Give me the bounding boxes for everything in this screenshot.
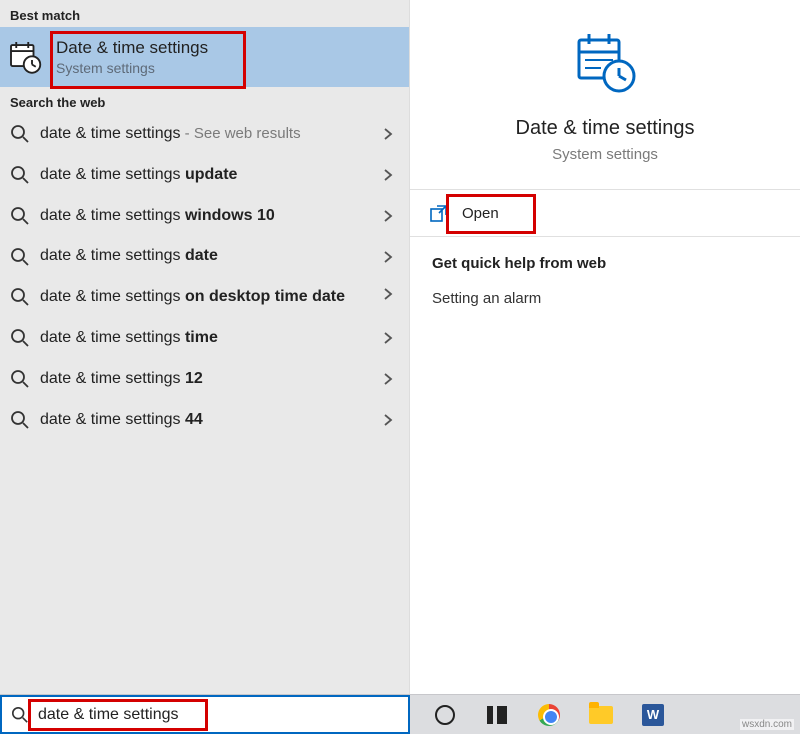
file-explorer-icon[interactable] <box>586 700 616 730</box>
web-result[interactable]: date & time settings 44 <box>0 400 409 441</box>
web-result[interactable]: date & time settings - See web results <box>0 114 409 155</box>
web-result[interactable]: date & time settings on desktop time dat… <box>0 277 409 318</box>
web-result[interactable]: date & time settings date <box>0 236 409 277</box>
taskbar-search-box[interactable] <box>0 695 410 734</box>
best-match-header: Best match <box>0 0 409 27</box>
search-icon <box>10 410 30 430</box>
preview-title: Date & time settings <box>516 117 695 140</box>
help-item[interactable]: Setting an alarm <box>432 290 778 307</box>
chevron-right-icon <box>381 287 395 301</box>
web-result-text: date & time settings time <box>40 328 373 349</box>
web-result[interactable]: date & time settings windows 10 <box>0 196 409 237</box>
chevron-right-icon <box>381 331 395 345</box>
search-icon <box>10 124 30 144</box>
web-result-text: date & time settings date <box>40 246 373 267</box>
chevron-right-icon <box>381 372 395 386</box>
word-icon[interactable]: W <box>638 700 668 730</box>
cortana-icon[interactable] <box>430 700 460 730</box>
taskbar: W <box>0 694 800 734</box>
web-result-text: date & time settings - See web results <box>40 124 373 145</box>
open-icon <box>430 204 448 222</box>
search-icon <box>10 247 30 267</box>
quick-help-header: Get quick help from web <box>432 255 778 272</box>
chevron-right-icon <box>381 127 395 141</box>
web-results-list: date & time settings - See web results da… <box>0 114 409 448</box>
search-icon <box>10 706 30 724</box>
open-label: Open <box>462 205 499 222</box>
preview-pane: Date & time settings System settings Ope… <box>410 0 800 694</box>
search-icon <box>10 165 30 185</box>
search-web-header: Search the web <box>0 87 409 114</box>
results-pane: Best match Date & time settings System s… <box>0 0 410 694</box>
chevron-right-icon <box>381 250 395 264</box>
chevron-right-icon <box>381 168 395 182</box>
web-result-text: date & time settings 12 <box>40 369 373 390</box>
web-result[interactable]: date & time settings update <box>0 155 409 196</box>
chrome-icon[interactable] <box>534 700 564 730</box>
best-match-result[interactable]: Date & time settings System settings <box>0 27 409 87</box>
best-match-subtitle: System settings <box>56 60 208 76</box>
web-result[interactable]: date & time settings time <box>0 318 409 359</box>
task-view-icon[interactable] <box>482 700 512 730</box>
search-icon <box>10 206 30 226</box>
search-icon <box>10 328 30 348</box>
best-match-text: Date & time settings System settings <box>56 38 208 76</box>
date-time-icon <box>6 37 46 77</box>
open-action[interactable]: Open <box>410 190 800 236</box>
preview-header: Date & time settings System settings <box>410 0 800 189</box>
web-result[interactable]: date & time settings 12 <box>0 359 409 400</box>
taskbar-icons: W <box>410 695 668 734</box>
search-panel: Best match Date & time settings System s… <box>0 0 800 694</box>
best-match-title: Date & time settings <box>56 38 208 58</box>
watermark: wsxdn.com <box>740 719 794 730</box>
search-input[interactable] <box>38 706 400 724</box>
web-result-text: date & time settings windows 10 <box>40 206 373 227</box>
search-icon <box>10 369 30 389</box>
search-icon <box>10 287 30 307</box>
chevron-right-icon <box>381 413 395 427</box>
web-result-text: date & time settings 44 <box>40 410 373 431</box>
chevron-right-icon <box>381 209 395 223</box>
web-result-text: date & time settings on desktop time dat… <box>40 287 373 308</box>
web-result-text: date & time settings update <box>40 165 373 186</box>
date-time-icon-large <box>571 28 639 99</box>
preview-subtitle: System settings <box>552 146 658 163</box>
quick-help-section: Get quick help from web Setting an alarm <box>410 237 800 325</box>
